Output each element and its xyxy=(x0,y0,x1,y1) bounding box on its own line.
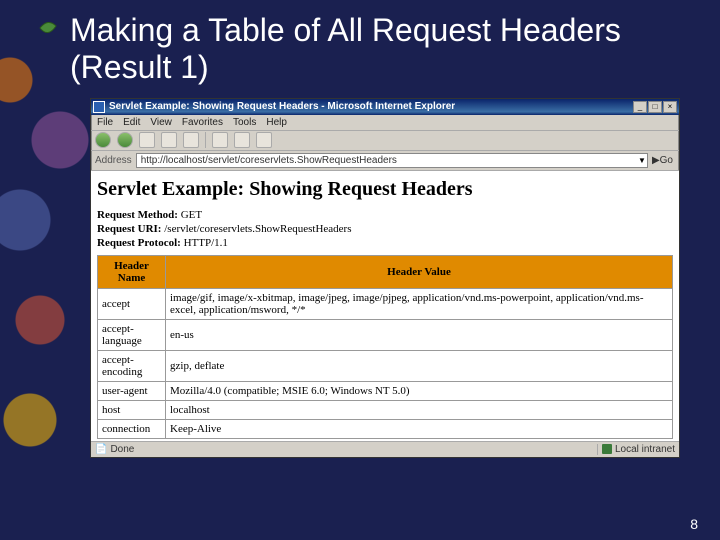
table-row: accept-encodinggzip, deflate xyxy=(98,350,673,381)
stop-button[interactable] xyxy=(139,132,155,148)
back-button[interactable] xyxy=(95,132,111,148)
header-name-cell: connection xyxy=(98,419,166,438)
toolbar xyxy=(91,131,679,151)
header-name-cell: host xyxy=(98,400,166,419)
header-name-cell: user-agent xyxy=(98,381,166,400)
refresh-button[interactable] xyxy=(161,132,177,148)
dropdown-icon[interactable]: ▼ xyxy=(638,156,646,165)
browser-window: Servlet Example: Showing Request Headers… xyxy=(90,98,680,458)
status-text: Done xyxy=(110,444,597,455)
header-value-cell: en-us xyxy=(166,319,673,350)
address-input[interactable] xyxy=(136,153,648,168)
menu-help[interactable]: Help xyxy=(266,117,287,128)
request-protocol-line: Request Protocol: HTTP/1.1 xyxy=(97,237,673,249)
maximize-button[interactable]: □ xyxy=(648,101,662,113)
col-header-name: Header Name xyxy=(98,255,166,288)
header-value-cell: image/gif, image/x-xbitmap, image/jpeg, … xyxy=(166,288,673,319)
header-value-cell: Keep-Alive xyxy=(166,419,673,438)
menu-view[interactable]: View xyxy=(150,117,172,128)
menubar: File Edit View Favorites Tools Help xyxy=(91,115,679,131)
table-row: accept-languageen-us xyxy=(98,319,673,350)
table-row: acceptimage/gif, image/x-xbitmap, image/… xyxy=(98,288,673,319)
header-value-cell: localhost xyxy=(166,400,673,419)
menu-file[interactable]: File xyxy=(97,117,113,128)
window-title: Servlet Example: Showing Request Headers… xyxy=(109,101,633,112)
header-name-cell: accept xyxy=(98,288,166,319)
bullet-icon xyxy=(38,18,58,38)
col-header-value: Header Value xyxy=(166,255,673,288)
toolbar-divider xyxy=(205,132,206,148)
menu-favorites[interactable]: Favorites xyxy=(182,117,223,128)
menu-tools[interactable]: Tools xyxy=(233,117,256,128)
request-method-line: Request Method: GET xyxy=(97,209,673,221)
minimize-button[interactable]: _ xyxy=(633,101,647,113)
slide-title: Making a Table of All Request Headers (R… xyxy=(0,0,720,94)
search-button[interactable] xyxy=(212,132,228,148)
page-number: 8 xyxy=(690,516,698,532)
forward-button[interactable] xyxy=(117,132,133,148)
table-row: user-agentMozilla/4.0 (compatible; MSIE … xyxy=(98,381,673,400)
page-heading: Servlet Example: Showing Request Headers xyxy=(97,178,673,201)
status-bar: 📄 Done Local intranet xyxy=(91,441,679,457)
table-row: connectionKeep-Alive xyxy=(98,419,673,438)
header-name-cell: accept-encoding xyxy=(98,350,166,381)
intranet-icon xyxy=(602,444,612,454)
home-button[interactable] xyxy=(183,132,199,148)
address-bar: Address ▼ ▶Go xyxy=(91,151,679,171)
menu-edit[interactable]: Edit xyxy=(123,117,140,128)
titlebar: Servlet Example: Showing Request Headers… xyxy=(91,99,679,115)
status-zone-label: Local intranet xyxy=(615,444,675,455)
ie-icon xyxy=(93,101,105,113)
header-name-cell: accept-language xyxy=(98,319,166,350)
status-zone: Local intranet xyxy=(597,444,675,455)
address-label: Address xyxy=(95,155,132,166)
go-button[interactable]: ▶Go xyxy=(650,155,675,166)
page-content: Servlet Example: Showing Request Headers… xyxy=(91,171,679,441)
favorites-button[interactable] xyxy=(234,132,250,148)
table-row: hostlocalhost xyxy=(98,400,673,419)
history-button[interactable] xyxy=(256,132,272,148)
headers-table: Header Name Header Value acceptimage/gif… xyxy=(97,255,673,439)
status-done-icon: 📄 xyxy=(95,444,107,455)
request-uri-line: Request URI: /servlet/coreservlets.ShowR… xyxy=(97,223,673,235)
header-value-cell: Mozilla/4.0 (compatible; MSIE 6.0; Windo… xyxy=(166,381,673,400)
header-value-cell: gzip, deflate xyxy=(166,350,673,381)
close-button[interactable]: × xyxy=(663,101,677,113)
